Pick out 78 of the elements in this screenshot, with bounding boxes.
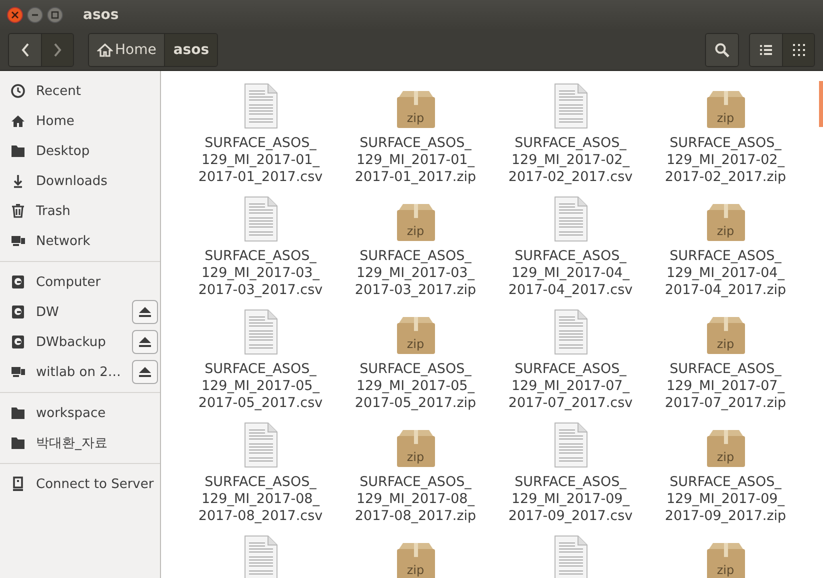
forward-button[interactable] [41,34,73,66]
sidebar-item[interactable]: Home [0,106,160,136]
file-name: SURFACE_ASOS_ 129_MI_2017-09_ 2017-09_2017.zip [664,474,786,525]
eject-button[interactable] [132,300,158,324]
minimize-button[interactable] [27,7,43,23]
close-button[interactable] [7,7,23,23]
text-file-icon[interactable] [554,83,588,129]
sidebar-item[interactable]: Network [0,226,160,256]
chevron-left-icon [20,43,30,57]
folder-icon [10,405,26,421]
drive-icon [10,274,26,290]
home-icon [97,42,113,58]
list-icon [760,45,772,55]
file-name: SURFACE_ASOS_ 129_MI_2017-02_ 2017-02_2017.zip [664,135,786,186]
minimize-icon [31,11,39,19]
sidebar-item[interactable]: Computer [0,267,160,297]
file-name: SURFACE_ASOS_ 129_MI_2017-03_ 2017-03_2017.zip [354,248,476,299]
scrollbar[interactable] [819,81,823,127]
eject-icon [139,306,151,318]
home-icon [10,113,26,129]
recent-icon [10,83,26,99]
network-icon [10,233,26,249]
file-name: SURFACE_ASOS_ 129_MI_2017-05_ 2017-05_2017.zip [354,361,476,412]
file-name: SURFACE_ASOS_ 129_MI_2017-08_ 2017-08_2017.zip [354,474,476,525]
sidebar-item[interactable]: witlab on 2… [0,357,160,387]
back-button[interactable] [9,34,41,66]
sidebar-item[interactable]: workspace [0,398,160,428]
list-view-button[interactable] [750,34,782,66]
grid-view-button[interactable] [782,34,814,66]
close-icon [11,11,19,19]
file-name: SURFACE_ASOS_ 129_MI_2017-09_ 2017-09_2017.csv [508,474,633,525]
text-file-icon[interactable] [554,309,588,355]
text-file-icon[interactable] [554,422,588,468]
grid-icon [792,44,804,56]
maximize-button[interactable] [47,7,63,23]
search-button[interactable] [706,34,738,66]
server-icon [10,476,26,492]
file-name: SURFACE_ASOS_ 129_MI_2017-03_ 2017-03_2017.csv [198,248,323,299]
window-title: asos [83,7,119,23]
trash-icon [10,203,26,219]
sidebar-item[interactable]: Recent [0,76,160,106]
eject-button[interactable] [132,330,158,354]
search-icon [714,42,730,58]
file-name: SURFACE_ASOS_ 129_MI_2017-05_ 2017-05_2017.csv [198,361,323,412]
eject-icon [139,336,151,348]
text-file-icon[interactable] [244,535,278,578]
file-name: SURFACE_ASOS_ 129_MI_2017-01_ 2017-01_2017.zip [354,135,476,186]
path-button[interactable]: asos [164,34,218,66]
text-file-icon[interactable] [244,422,278,468]
file-name: SURFACE_ASOS_ 129_MI_2017-01_ 2017-01_2017.csv [198,135,323,186]
sidebar-item[interactable]: Connect to Server [0,469,160,499]
sidebar-item[interactable]: DWbackup [0,327,160,357]
file-name: SURFACE_ASOS_ 129_MI_2017-07_ 2017-07_2017.zip [664,361,786,412]
sidebar-item[interactable]: Trash [0,196,160,226]
eject-button[interactable] [132,360,158,384]
sidebar-item[interactable]: Downloads [0,166,160,196]
sidebar-item[interactable]: DW [0,297,160,327]
folder-icon [10,143,26,159]
maximize-icon [51,11,59,19]
file-name: SURFACE_ASOS_ 129_MI_2017-02_ 2017-02_2017.csv [508,135,633,186]
eject-icon [139,366,151,378]
text-file-icon[interactable] [244,309,278,355]
network-icon [10,364,26,380]
path-button[interactable]: Home [89,34,164,66]
drive-icon [10,334,26,350]
text-file-icon[interactable] [554,535,588,578]
sidebar-item[interactable]: Desktop [0,136,160,166]
folder-icon [10,435,26,451]
file-name: SURFACE_ASOS_ 129_MI_2017-04_ 2017-04_2017.zip [664,248,786,299]
sidebar-item[interactable]: 박대환_자료 [0,428,160,458]
file-name: SURFACE_ASOS_ 129_MI_2017-07_ 2017-07_2017.csv [508,361,633,412]
drive-icon [10,304,26,320]
file-name: SURFACE_ASOS_ 129_MI_2017-04_ 2017-04_2017.csv [508,248,633,299]
chevron-right-icon [53,43,62,57]
text-file-icon[interactable] [554,196,588,242]
file-name: SURFACE_ASOS_ 129_MI_2017-08_ 2017-08_2017.csv [198,474,323,525]
text-file-icon[interactable] [244,196,278,242]
text-file-icon[interactable] [244,83,278,129]
